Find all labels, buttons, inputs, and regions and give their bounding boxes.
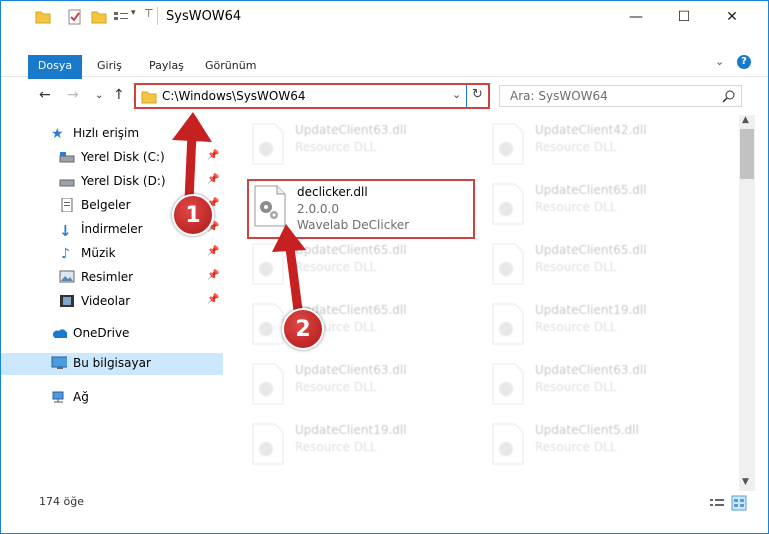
arrow-1 <box>172 112 212 205</box>
arrow-2 <box>272 224 306 315</box>
step-1-badge: 1 <box>172 194 214 236</box>
step-2-badge: 2 <box>282 308 324 350</box>
annotation-overlay <box>172 112 306 315</box>
